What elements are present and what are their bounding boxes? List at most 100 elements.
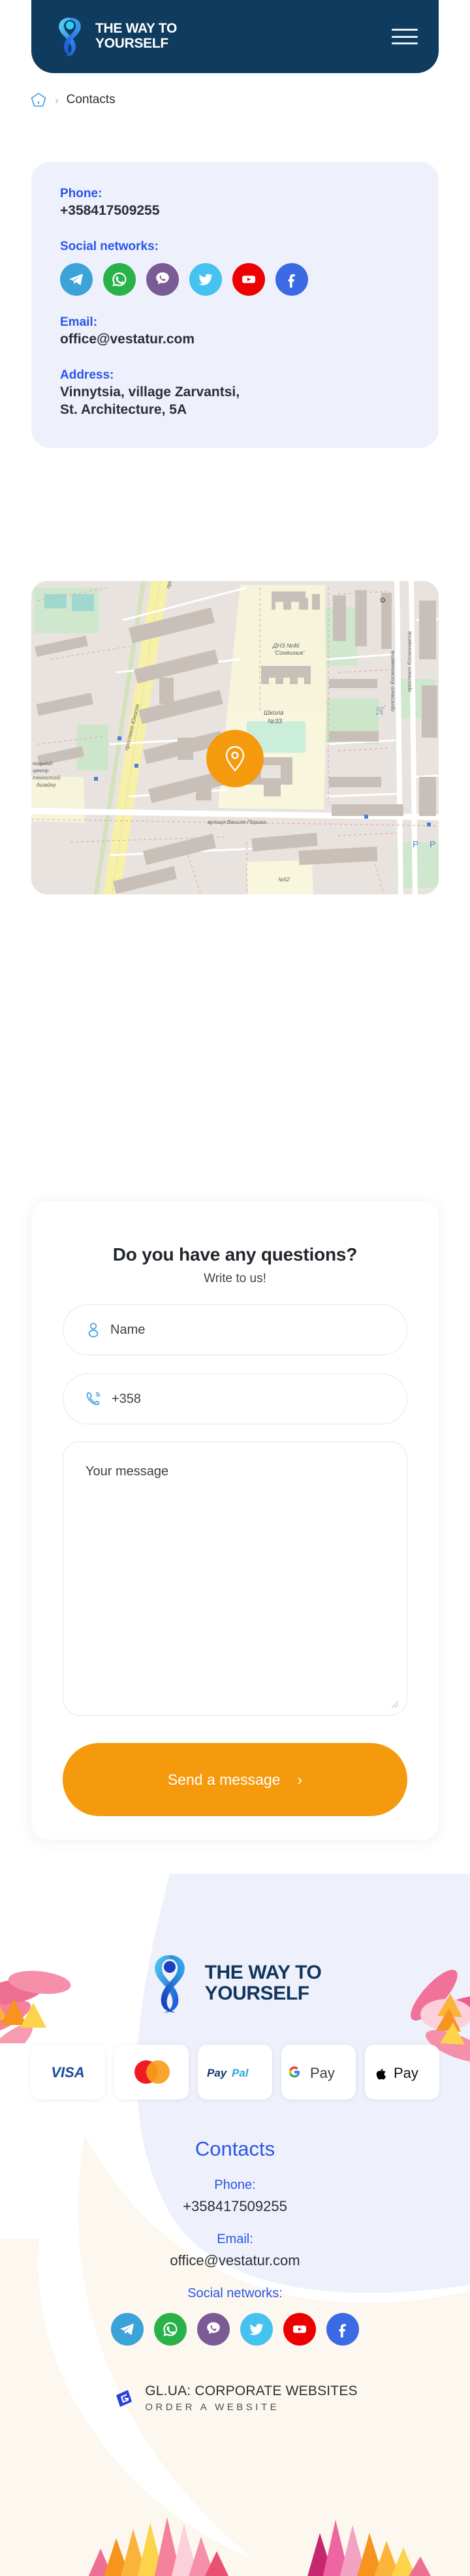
- footer-social-links-row: [111, 2313, 359, 2346]
- svg-text:Школа: Школа: [264, 710, 284, 717]
- hamburger-bar: [392, 35, 418, 38]
- developer-credit-sub: ORDER A WEBSITE: [145, 2402, 280, 2413]
- resize-handle-icon[interactable]: [388, 1698, 399, 1708]
- phone-input-value: +358: [112, 1391, 142, 1406]
- breadcrumb: › Contacts: [30, 91, 116, 108]
- message-textarea[interactable]: Your message: [63, 1441, 407, 1716]
- footer-email-value[interactable]: office@vestatur.com: [170, 2252, 300, 2269]
- payment-apple-pay[interactable]: Pay: [365, 2045, 439, 2099]
- svg-text:P: P: [430, 839, 435, 849]
- address-label: Address:: [60, 368, 114, 382]
- footer-phone-label: Phone:: [214, 2178, 256, 2192]
- social-link-youtube[interactable]: [232, 262, 265, 296]
- footer-phone-value[interactable]: +358417509255: [183, 2198, 287, 2215]
- svg-text:ДНЗ №46: ДНЗ №46: [272, 642, 300, 649]
- payment-paypal[interactable]: Pay Pal: [198, 2045, 272, 2099]
- mastercard-icon: [134, 2060, 170, 2084]
- social-link-telegram[interactable]: [60, 262, 93, 296]
- hamburger-bar: [392, 29, 418, 31]
- pin-glyph-icon: [225, 746, 245, 772]
- phone-block: Phone: +358417509255: [60, 187, 410, 220]
- svg-text:проспект Космонавтів: проспект Космонавтів: [389, 650, 396, 712]
- svg-text:проспект Космонавтів: проспект Космонавтів: [406, 631, 413, 692]
- footer-social-link-facebook[interactable]: [326, 2313, 359, 2346]
- contact-form-card: Do you have any questions? Write to us! …: [31, 1201, 439, 1840]
- viber-icon: [207, 2322, 220, 2334]
- social-link-facebook[interactable]: [275, 262, 308, 296]
- social-link-whatsapp[interactable]: [103, 262, 136, 296]
- phone-field[interactable]: +358: [63, 1374, 407, 1424]
- footer-social-link-viber[interactable]: [197, 2313, 230, 2346]
- map-pin-marker-icon[interactable]: [206, 730, 264, 787]
- site-footer: THE WAY TO YOURSELF VISA Pay Pal Pay Pay…: [0, 1874, 470, 2576]
- viber-icon: [156, 272, 169, 285]
- breadcrumb-current: Contacts: [66, 93, 116, 106]
- telegram-icon: [120, 2323, 134, 2335]
- apple-pay-icon: Pay: [376, 2065, 418, 2081]
- breadcrumb-separator: ›: [55, 93, 59, 106]
- social-link-twitter[interactable]: [189, 262, 222, 296]
- svg-text:Pay: Pay: [394, 2065, 418, 2081]
- email-value[interactable]: office@vestatur.com: [60, 331, 410, 349]
- whatsapp-icon: [112, 272, 127, 287]
- svg-text:P: P: [413, 839, 418, 849]
- footer-brand-text: THE WAY TO YOURSELF: [205, 1962, 322, 2004]
- footer-brand-line1: THE WAY TO: [204, 1961, 322, 1983]
- twitter-icon: [249, 2323, 264, 2335]
- svg-text:№52: №52: [278, 877, 290, 883]
- developer-credit-text: GL.UA: CORPORATE WEBSITES ORDER A WEBSIT…: [145, 2383, 358, 2413]
- name-field[interactable]: Name: [63, 1304, 407, 1355]
- send-message-button[interactable]: Send a message ›: [63, 1743, 407, 1816]
- message-placeholder: Your message: [86, 1464, 169, 1479]
- phone-label: Phone:: [60, 187, 102, 200]
- developer-credit[interactable]: GL.UA: CORPORATE WEBSITES ORDER A WEBSIT…: [112, 2383, 358, 2413]
- paypal-icon: Pay Pal: [207, 2067, 249, 2079]
- payment-mastercard[interactable]: [114, 2045, 189, 2099]
- svg-text:дизайну: дизайну: [37, 782, 57, 788]
- header-brand-line2: YOURSELF: [95, 36, 168, 51]
- header-brand-line1: THE WAY TO: [95, 21, 177, 37]
- svg-text:№33: №33: [268, 718, 282, 725]
- social-label: Social networks:: [60, 239, 159, 253]
- social-links-row: [60, 262, 410, 296]
- chevron-right-icon: ›: [297, 1770, 303, 1788]
- location-map[interactable]: ДНЗ №46 'Соняшник' Школа №33 №52 ницький…: [31, 581, 439, 894]
- footer-social-link-whatsapp[interactable]: [154, 2313, 187, 2346]
- site-header: THE WAY TO YOURSELF: [31, 0, 439, 73]
- payment-methods-row: VISA Pay Pal Pay Pay: [31, 2045, 439, 2099]
- home-icon[interactable]: [30, 91, 47, 108]
- address-block: Address: Vinnytsia, village Zarvantsi, S…: [60, 368, 410, 419]
- footer-social-link-youtube[interactable]: [283, 2313, 316, 2346]
- user-icon: [88, 1323, 99, 1338]
- svg-text:✡: ✡: [379, 595, 386, 605]
- ribbon-person-logo: [59, 18, 81, 56]
- whatsapp-icon: [163, 2322, 178, 2336]
- svg-text:Pay: Pay: [310, 2065, 335, 2081]
- name-input-placeholder: Name: [110, 1322, 146, 1337]
- payment-visa[interactable]: VISA: [31, 2045, 105, 2099]
- footer-email-label: Email:: [217, 2232, 253, 2246]
- phone-value[interactable]: +358417509255: [60, 202, 410, 220]
- footer-brand-line2: YOURSELF: [204, 1983, 310, 2004]
- footer-logo[interactable]: THE WAY TO YOURSELF: [149, 1952, 322, 2015]
- header-brand-text: THE WAY TO YOURSELF: [95, 22, 177, 51]
- payment-google-pay[interactable]: Pay: [281, 2045, 356, 2099]
- telegram-icon: [69, 274, 83, 285]
- address-line2: St. Architecture, 5A: [60, 401, 187, 417]
- footer-social-link-twitter[interactable]: [240, 2313, 273, 2346]
- hamburger-menu-icon[interactable]: [392, 27, 418, 46]
- contacts-page: THE WAY TO YOURSELF › Contacts Phone: +3…: [0, 0, 470, 2576]
- svg-text:технологій: технологій: [33, 775, 61, 781]
- google-pay-icon: Pay: [289, 2065, 335, 2081]
- visa-icon: VISA: [51, 2064, 84, 2081]
- social-block: Social networks:: [60, 240, 410, 296]
- email-block: Email: office@vestatur.com: [60, 315, 410, 349]
- email-label: Email:: [60, 315, 98, 329]
- footer-social-link-telegram[interactable]: [111, 2313, 144, 2346]
- facebook-icon: [339, 2324, 346, 2338]
- social-link-viber[interactable]: [146, 262, 179, 296]
- youtube-icon: [242, 275, 255, 283]
- send-message-label: Send a message: [167, 1770, 281, 1788]
- svg-text:VISA: VISA: [51, 2064, 84, 2081]
- header-logo[interactable]: THE WAY TO YOURSELF: [55, 16, 392, 57]
